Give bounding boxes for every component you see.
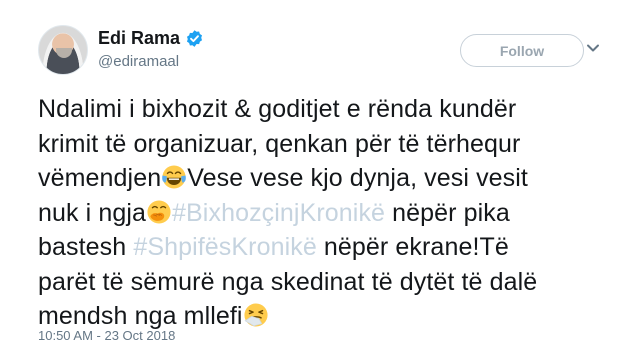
tweet-text-segment: Vese vese kjo dynja, vesi vesit xyxy=(187,164,528,192)
tweet-text-segment: nuk i ngja xyxy=(38,198,147,227)
tweet-text-segment: vëmendjen xyxy=(38,164,162,192)
face-with-tears-of-joy-emoji xyxy=(162,165,187,189)
verified-badge-icon xyxy=(187,30,203,47)
avatar[interactable] xyxy=(38,25,88,75)
author-name[interactable]: Edi Rama xyxy=(98,28,180,49)
sneezing-face-emoji xyxy=(244,303,268,327)
author-name-row: Edi Rama xyxy=(98,28,204,49)
tweet-text-segment: nëpër ekrane!Të xyxy=(316,233,509,261)
face-with-hand-over-mouth-emoji xyxy=(147,199,171,224)
chevron-down-icon[interactable] xyxy=(586,43,600,53)
tweet-text-segment: mendsh nga mllefi xyxy=(38,302,243,330)
hashtag-link[interactable]: #BixhozçinjKronikë xyxy=(172,199,385,227)
tweet-timestamp[interactable]: 10:50 AM - 23 Oct 2018 xyxy=(38,328,175,343)
tweet-text: Ndalimi i bixhozit & goditjet e rënda ku… xyxy=(38,92,598,334)
tweet-line: parët të sëmurë nga skedinat të dytët të… xyxy=(38,267,538,296)
follow-button[interactable]: Follow xyxy=(460,34,584,67)
tweet-line: krimit të organizuar, qenkan për të tërh… xyxy=(38,129,521,158)
tweet-line: nuk i ngja #BixhozçinjKronikë nëpër pika xyxy=(38,196,598,231)
hashtag-link[interactable]: #ShpifësKronikë xyxy=(133,233,317,261)
tweet-line: vëmendjen Vese vese kjo dynja, vesi vesi… xyxy=(38,161,598,196)
tweet-text-segment: nëpër pika xyxy=(385,198,510,227)
tweet-text-segment: bastesh xyxy=(38,233,134,261)
tweet-header: Edi Rama @ediramaal Follow xyxy=(38,25,618,85)
tweet-line: Ndalimi i bixhozit & goditjet e rënda ku… xyxy=(38,95,517,123)
author-handle[interactable]: @ediramaal xyxy=(98,53,179,70)
tweet-line: bastesh #ShpifësKronikë nëpër ekrane!Të xyxy=(38,230,598,265)
